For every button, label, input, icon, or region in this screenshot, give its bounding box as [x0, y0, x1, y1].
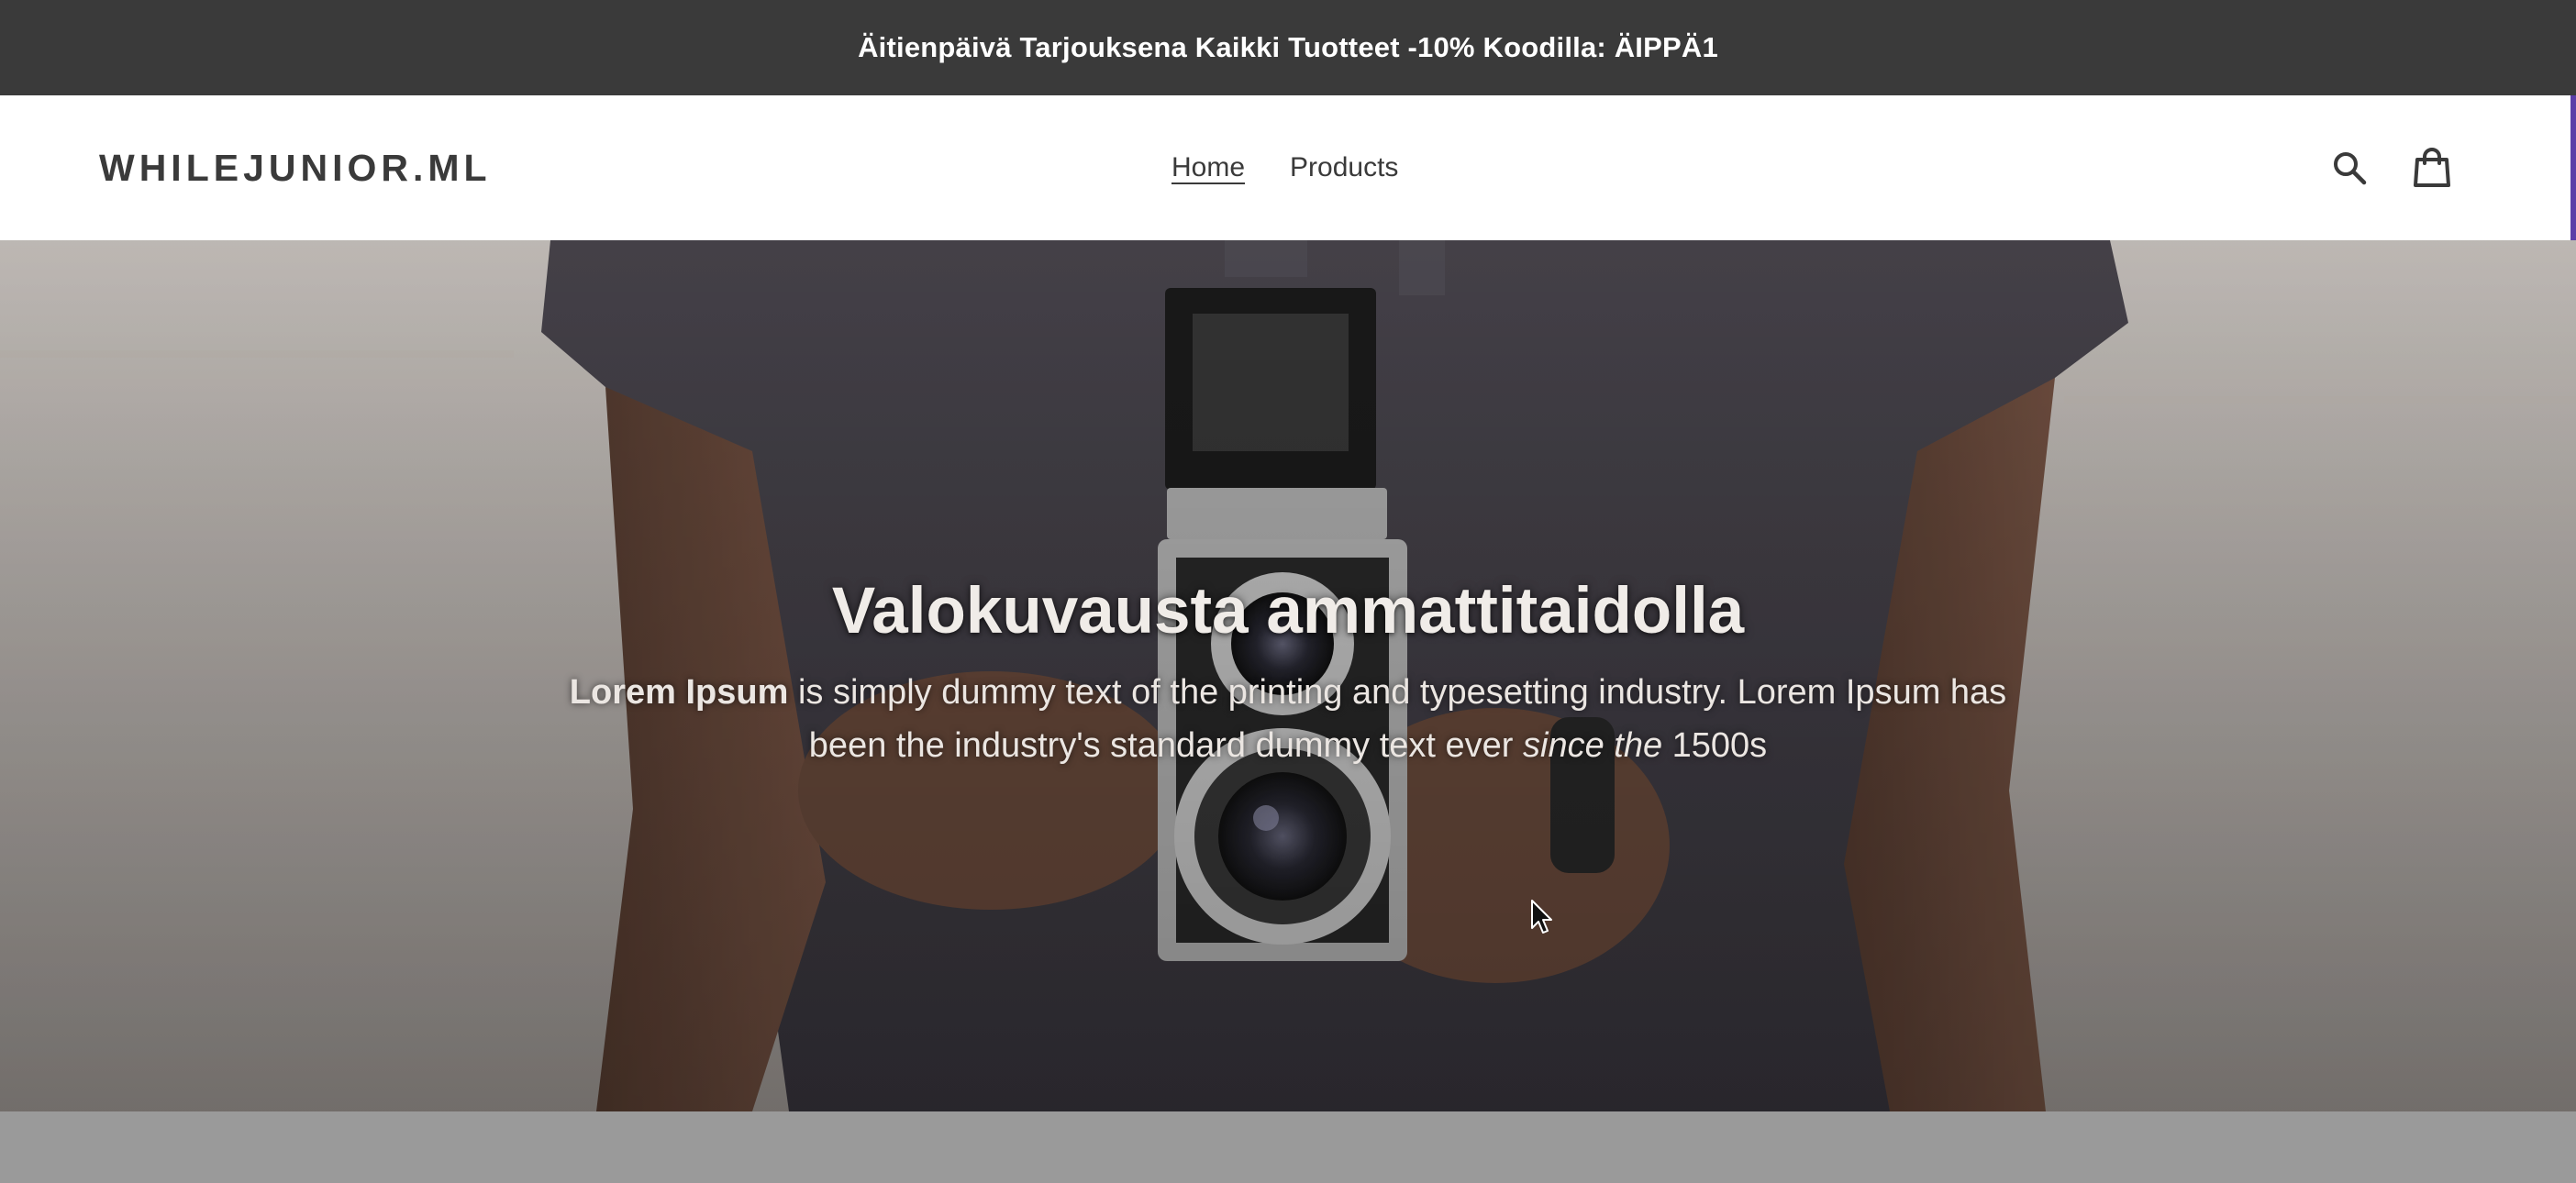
next-section — [0, 1111, 2576, 1183]
site-logo[interactable]: WHILEJUNIOR.ML — [99, 143, 492, 193]
announcement-text: Äitienpäivä Tarjouksena Kaikki Tuotteet … — [858, 31, 1718, 63]
header-icons — [2325, 143, 2457, 193]
hero-title: Valokuvausta ammattitaidolla — [831, 575, 1745, 647]
site-header: WHILEJUNIOR.ML Home Products — [0, 95, 2576, 240]
hero-text-part-1: is simply dummy text of the printing and… — [788, 673, 2007, 765]
nav-link-products[interactable]: Products — [1290, 143, 1398, 193]
mouse-cursor-icon — [1531, 900, 1552, 934]
announcement-bar: Äitienpäivä Tarjouksena Kaikki Tuotteet … — [0, 0, 2576, 95]
window-edge — [2570, 95, 2576, 240]
hero-description: Lorem Ipsum is simply dummy text of the … — [554, 666, 2022, 772]
nav-link-home[interactable]: Home — [1171, 143, 1245, 193]
main-nav: Home Products — [1171, 143, 1398, 193]
hero-banner: Valokuvausta ammattitaidolla Lorem Ipsum… — [0, 240, 2576, 1111]
cart-icon[interactable] — [2407, 143, 2457, 193]
hero-content: Valokuvausta ammattitaidolla Lorem Ipsum… — [0, 570, 2576, 772]
hero-text-italic: since the — [1523, 726, 1663, 765]
search-icon[interactable] — [2325, 143, 2374, 193]
hero-text-bold: Lorem Ipsum — [569, 673, 789, 712]
hero-text-part-2: 1500s — [1662, 726, 1768, 765]
